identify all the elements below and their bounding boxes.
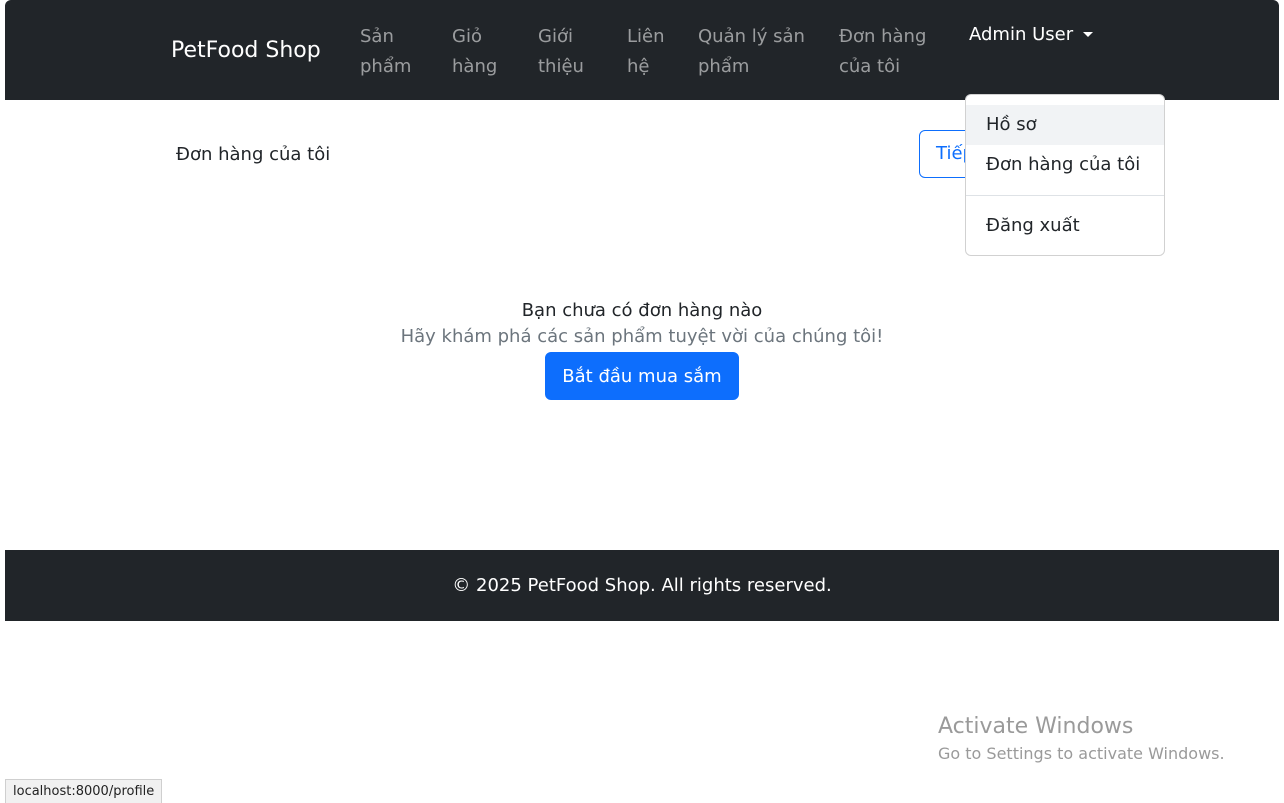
nav-link-my-orders[interactable]: Đơn hàng của tôi: [839, 22, 926, 82]
watermark-subtitle: Go to Settings to activate Windows.: [938, 744, 1225, 763]
dropdown-item-profile[interactable]: Hồ sơ: [966, 105, 1164, 145]
nav-link-contact[interactable]: Liên hệ: [627, 22, 665, 82]
dropdown-divider: [966, 195, 1164, 196]
footer-copyright: © 2025 PetFood Shop. All rights reserved…: [452, 575, 832, 596]
empty-subtitle: Hãy khám phá các sản phẩm tuyệt vời của …: [400, 326, 884, 347]
empty-orders-state: Bạn chưa có đơn hàng nào Hãy khám phá cá…: [5, 298, 1279, 400]
brand-logo[interactable]: PetFood Shop: [171, 37, 321, 65]
nav-link-manage-products-line1: Quản lý sản: [698, 26, 805, 47]
nav-link-about-line2: thiệu: [538, 56, 584, 77]
nav-link-about[interactable]: Giới thiệu: [538, 22, 584, 82]
nav-link-cart-line2: hàng: [452, 56, 498, 77]
user-menu-label: Admin User: [969, 24, 1074, 45]
page-title: Đơn hàng của tôi: [176, 144, 331, 165]
user-dropdown-menu: Hồ sơ Đơn hàng của tôi Đăng xuất: [965, 94, 1165, 256]
nav-link-contact-line1: Liên: [627, 26, 665, 47]
nav-link-cart-line1: Giỏ: [452, 26, 482, 47]
nav-link-manage-products-line2: phẩm: [698, 56, 750, 77]
nav-link-cart[interactable]: Giỏ hàng: [452, 22, 497, 82]
windows-activation-watermark: Activate Windows Go to Settings to activ…: [938, 712, 1225, 766]
nav-link-products-line2: phẩm: [360, 56, 412, 77]
browser-status-url: localhost:8000/profile: [5, 779, 163, 803]
nav-link-contact-line2: hệ: [627, 56, 650, 77]
dropdown-item-my-orders[interactable]: Đơn hàng của tôi: [966, 145, 1164, 185]
user-menu-toggle[interactable]: Admin User: [969, 20, 1094, 50]
nav-link-my-orders-line1: Đơn hàng: [839, 26, 927, 47]
footer: © 2025 PetFood Shop. All rights reserved…: [5, 550, 1279, 621]
start-shopping-button[interactable]: Bắt đầu mua sắm: [545, 352, 739, 400]
caret-down-icon: [1083, 32, 1094, 37]
nav-link-my-orders-line2: của tôi: [839, 56, 901, 77]
nav-link-products[interactable]: Sản phẩm: [360, 22, 411, 82]
dropdown-item-logout[interactable]: Đăng xuất: [966, 206, 1164, 246]
empty-title: Bạn chưa có đơn hàng nào: [521, 300, 763, 321]
nav-link-manage-products[interactable]: Quản lý sản phẩm: [698, 22, 805, 82]
watermark-title: Activate Windows: [938, 714, 1134, 739]
nav-link-about-line1: Giới: [538, 26, 573, 47]
nav-link-products-line1: Sản: [360, 26, 394, 47]
